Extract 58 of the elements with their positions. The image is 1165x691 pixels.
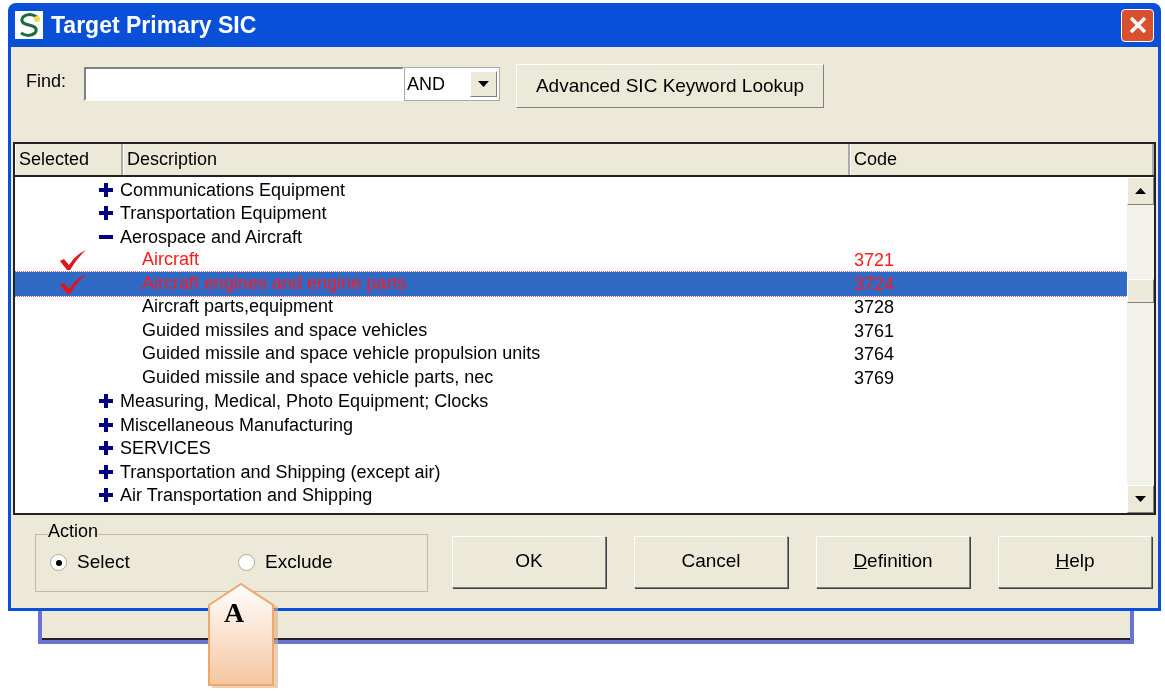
table-row[interactable]: Guided missile and space vehicle parts, nec 3769 xyxy=(15,366,1127,390)
code-cell-text: 3724 xyxy=(853,274,895,293)
scroll-up-icon[interactable] xyxy=(1135,188,1146,194)
category-label[interactable]: Measuring, Medical, Photo Equipment; Clocks xyxy=(120,392,489,411)
category-label[interactable]: Transportation Equipment xyxy=(120,204,327,223)
plus-icon[interactable] xyxy=(99,488,113,503)
table-row[interactable]: Aircraft 3721 xyxy=(15,248,1127,272)
scroll-down-icon[interactable] xyxy=(1135,496,1146,502)
radio-label[interactable]: Exclude xyxy=(265,548,333,577)
dialog-button[interactable]: OK xyxy=(452,535,606,588)
description-cell: Guided missiles and space vehicles xyxy=(142,319,428,340)
dropdown-arrow-icon xyxy=(478,81,490,87)
table-row[interactable]: Guided missiles and space vehicles 3761 xyxy=(15,319,1127,343)
radio-label[interactable]: Select xyxy=(77,548,130,577)
plus-icon[interactable] xyxy=(99,417,113,432)
category-label[interactable]: Air Transportation and Shipping xyxy=(120,486,373,505)
code-cell-text: 3728 xyxy=(853,298,895,317)
find-field[interactable] xyxy=(84,67,405,101)
description-cell: Aircraft parts,equipment xyxy=(142,296,334,317)
description-cell: Aircraft engines and engine parts xyxy=(142,272,407,293)
operator-dropdown[interactable]: AND xyxy=(404,67,501,101)
category-label[interactable]: SERVICES xyxy=(120,439,211,458)
radio-button[interactable] xyxy=(50,554,67,571)
radio-button[interactable] xyxy=(238,554,255,571)
group-label: Action xyxy=(48,521,99,540)
plus-icon[interactable] xyxy=(99,182,113,197)
dialog-button[interactable]: Cancel xyxy=(634,535,788,588)
close-button[interactable] xyxy=(1121,8,1154,42)
table-row[interactable]: Guided missile and space vehicle propulsion units 3764 xyxy=(15,342,1127,366)
callout-label: A xyxy=(224,599,245,627)
description-cell: Aircraft xyxy=(142,249,199,270)
find-label: Find: xyxy=(26,70,67,93)
plus-icon[interactable] xyxy=(99,441,113,456)
keyword-lookup-button[interactable]: Advanced SIC Keyword Lookup xyxy=(516,64,825,108)
plus-icon[interactable] xyxy=(99,206,113,221)
plus-icon[interactable] xyxy=(99,394,113,409)
dialog-button[interactable]: Definition xyxy=(816,535,970,588)
dialog-button[interactable]: Help xyxy=(998,535,1152,588)
code-cell-text: 3764 xyxy=(853,345,895,364)
category-label[interactable]: Communications Equipment xyxy=(120,180,346,199)
description-cell: Guided missile and space vehicle parts, nec xyxy=(142,366,494,387)
category-label[interactable]: Aerospace and Aircraft xyxy=(120,227,303,246)
code-cell-text: 3721 xyxy=(853,251,895,270)
category-label[interactable]: Miscellaneous Manufacturing xyxy=(120,415,354,434)
code-cell-text: 3769 xyxy=(853,368,895,387)
description-cell: Guided missile and space vehicle propulsion units xyxy=(142,343,541,364)
plus-icon[interactable] xyxy=(99,464,113,479)
window-title: Target Primary SIC xyxy=(51,10,258,40)
app-icon xyxy=(15,11,43,39)
close-icon xyxy=(1128,16,1147,34)
category-label[interactable]: Transportation and Shipping (except air) xyxy=(120,462,441,481)
scrollbar-thumb[interactable] xyxy=(1127,279,1154,303)
column-header[interactable]: Code xyxy=(850,144,1154,175)
scrollbar[interactable] xyxy=(1127,177,1154,513)
column-header[interactable]: Description xyxy=(123,144,850,175)
table-row[interactable]: Aircraft parts,equipment 3728 xyxy=(15,295,1127,319)
code-cell-text: 3761 xyxy=(853,321,895,340)
column-header[interactable]: Selected xyxy=(15,144,123,175)
